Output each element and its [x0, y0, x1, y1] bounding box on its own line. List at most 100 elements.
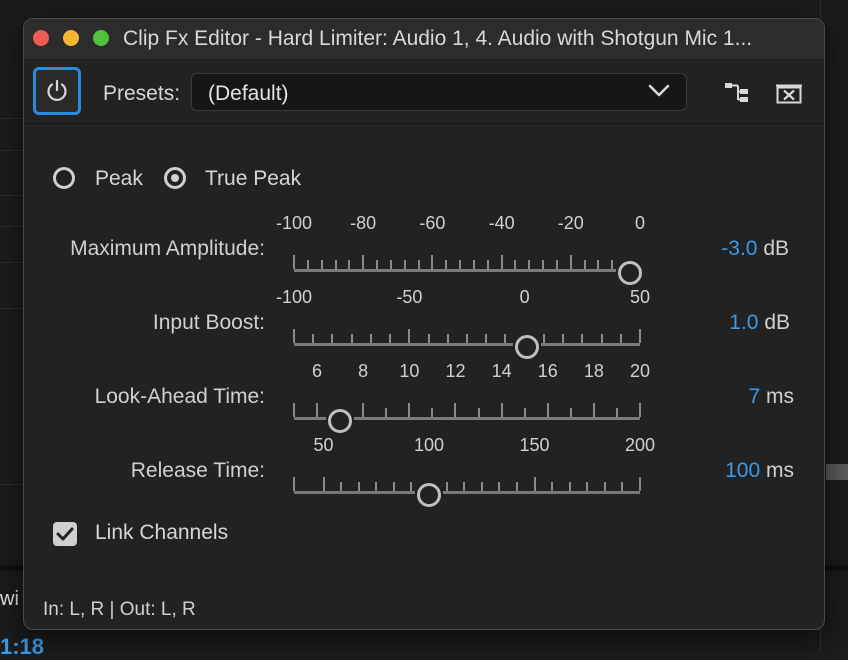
- slider-track[interactable]: [443, 491, 640, 494]
- slider-tick: [293, 329, 295, 343]
- slider-tick: [514, 260, 517, 269]
- maximum-amplitude-number[interactable]: -3.0: [721, 237, 757, 260]
- slider-tick: [316, 403, 319, 417]
- slider-tick: [639, 329, 641, 343]
- slider-tick: [600, 334, 603, 343]
- input-boost-value[interactable]: 1.0 dB: [680, 311, 790, 335]
- slider-tick: [340, 482, 343, 491]
- maximum-amplitude-value[interactable]: -3.0 dB: [679, 237, 789, 261]
- effect-power-button[interactable]: [33, 67, 81, 115]
- slider-tick: [417, 260, 420, 269]
- slider-tick-label: 50: [629, 287, 651, 307]
- background-timecode: 1:18: [0, 634, 45, 659]
- background-text: wi: [0, 588, 19, 610]
- slider-tick-label: 100: [413, 435, 445, 455]
- link-channels-label[interactable]: Link Channels: [95, 521, 228, 545]
- maximum-amplitude-unit: dB: [763, 237, 789, 260]
- slider-tick: [581, 334, 584, 343]
- slider-tick-label: 12: [445, 361, 466, 381]
- slider-tick-label: -80: [350, 213, 377, 233]
- power-icon: [47, 79, 67, 101]
- slider-tick-label: 18: [583, 361, 604, 381]
- slider-track[interactable]: [354, 417, 640, 420]
- look-ahead-time-label: Look-Ahead Time:: [94, 385, 265, 408]
- slider-knob[interactable]: [514, 335, 539, 359]
- slider-knob[interactable]: [617, 261, 642, 285]
- slider-tick: [498, 482, 501, 491]
- peak-radio-label[interactable]: Peak: [95, 167, 143, 191]
- slider-tick: [542, 260, 545, 269]
- slider-tick: [331, 334, 334, 343]
- slider-track[interactable]: [294, 343, 513, 346]
- look-ahead-time-unit: ms: [766, 385, 794, 408]
- slider-tick: [392, 482, 395, 491]
- slider-tick: [562, 334, 565, 343]
- slider-tick: [569, 408, 572, 417]
- presets-dropdown[interactable]: (Default): [191, 73, 687, 111]
- slider-tick: [611, 260, 614, 269]
- slider-tick: [463, 482, 466, 491]
- slider-tick: [403, 260, 406, 269]
- release-time-number[interactable]: 100: [725, 459, 760, 482]
- slider-tick: [357, 482, 360, 491]
- slider-tick: [486, 260, 489, 269]
- slider-tick-label: 0: [519, 287, 530, 307]
- delete-preset-icon[interactable]: [776, 84, 802, 104]
- input-boost-number[interactable]: 1.0: [729, 311, 758, 334]
- preset-routing-icon[interactable]: [724, 82, 750, 104]
- slider-tick-label: 14: [491, 361, 512, 381]
- slider-tick: [639, 403, 641, 417]
- slider-knob[interactable]: [417, 483, 442, 507]
- slider-tick: [312, 334, 315, 343]
- slider-tick: [369, 334, 372, 343]
- slider-tick: [551, 482, 554, 491]
- close-window-button[interactable]: [33, 30, 49, 46]
- slider-tick: [408, 329, 411, 343]
- slider-tick: [583, 260, 586, 269]
- slider-tick-label: 200: [624, 435, 656, 455]
- slider-track[interactable]: [294, 491, 416, 494]
- slider-tick: [293, 403, 295, 417]
- slider-tick: [446, 334, 449, 343]
- true-peak-radio-label[interactable]: True Peak: [205, 167, 301, 191]
- slider-tick: [385, 408, 388, 417]
- slider-tick: [322, 477, 325, 491]
- slider-tick: [546, 403, 549, 417]
- slider-tick: [504, 334, 507, 343]
- slider-tick: [500, 403, 503, 417]
- peak-mode-group: Peak True Peak: [24, 167, 424, 193]
- slider-track[interactable]: [294, 269, 616, 272]
- slider-tick: [362, 403, 365, 417]
- slider-tick: [477, 408, 480, 417]
- maximize-window-button[interactable]: [93, 30, 109, 46]
- release-time-value[interactable]: 100 ms: [684, 459, 794, 483]
- peak-radio[interactable]: [53, 167, 75, 189]
- slider-tick: [375, 482, 378, 491]
- slider-tick: [586, 482, 589, 491]
- link-channels-checkbox[interactable]: [53, 522, 77, 546]
- slider-tick-label: -20: [557, 213, 584, 233]
- slider-tick: [350, 334, 353, 343]
- slider-tick: [523, 408, 526, 417]
- presets-label: Presets:: [103, 82, 181, 105]
- slider-track[interactable]: [540, 343, 640, 346]
- slider-tick: [542, 334, 545, 343]
- slider-track[interactable]: [294, 417, 327, 420]
- slider-tick: [597, 260, 600, 269]
- background-scroll-tab[interactable]: [826, 464, 848, 480]
- slider-tick: [603, 482, 606, 491]
- release-time-unit: ms: [766, 459, 794, 482]
- slider-tick: [431, 255, 434, 269]
- title-bar[interactable]: Clip Fx Editor - Hard Limiter: Audio 1, …: [24, 19, 824, 60]
- slider-tick: [528, 260, 531, 269]
- slider-tick: [454, 403, 457, 417]
- slider-knob[interactable]: [328, 409, 353, 433]
- look-ahead-time-value[interactable]: 7 ms: [684, 385, 794, 409]
- slider-tick-label: 10: [399, 361, 420, 381]
- look-ahead-time-number[interactable]: 7: [748, 385, 760, 408]
- true-peak-radio[interactable]: [164, 167, 186, 189]
- slider-tick: [569, 255, 572, 269]
- minimize-window-button[interactable]: [63, 30, 79, 46]
- slider-tick-label: -60: [419, 213, 446, 233]
- slider-tick: [459, 260, 462, 269]
